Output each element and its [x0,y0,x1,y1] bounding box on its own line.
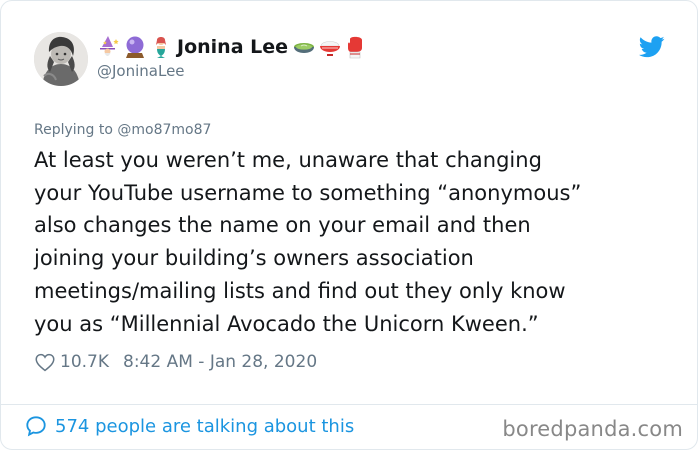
reply-context: Replying to @mo87mo87 [34,122,211,138]
divider [1,404,697,405]
wizard-emoji-icon [100,36,119,56]
speech-bubble-icon [26,416,46,437]
twitter-bird-icon[interactable] [639,36,665,58]
tweet-meta: 10.7K 8:42 AM - Jan 28, 2020 [35,352,317,372]
author-handle[interactable]: @JoninaLee [97,62,185,80]
matcha-emoji-icon [294,43,315,53]
like-count[interactable]: 10.7K [60,352,109,372]
crystal-ball-emoji-icon [126,36,144,58]
tweet-timestamp[interactable]: 8:42 AM - Jan 28, 2020 [123,352,317,372]
reply-to-handle-link[interactable]: @mo87mo87 [117,122,211,138]
author-name-row[interactable]: Jonina Lee [97,33,368,61]
watermark: boredpanda.com [502,417,683,441]
mermaid-emoji-icon [156,37,166,58]
rice-bowl-emoji-icon [320,41,341,56]
display-name[interactable]: Jonina Lee [177,36,288,58]
avatar[interactable] [34,32,88,86]
reply-prefix: Replying to [34,122,118,138]
tweet-text: At least you weren’t me, unaware that ch… [34,148,582,336]
talking-link[interactable]: 574 people are talking about this [25,415,354,437]
tweet-card: Jonina Lee @JoninaLee Replying to @mo87m… [0,0,698,450]
boxing-glove-emoji-icon [348,36,363,59]
heart-icon[interactable] [35,353,55,372]
talking-text[interactable]: 574 people are talking about this [55,416,354,437]
